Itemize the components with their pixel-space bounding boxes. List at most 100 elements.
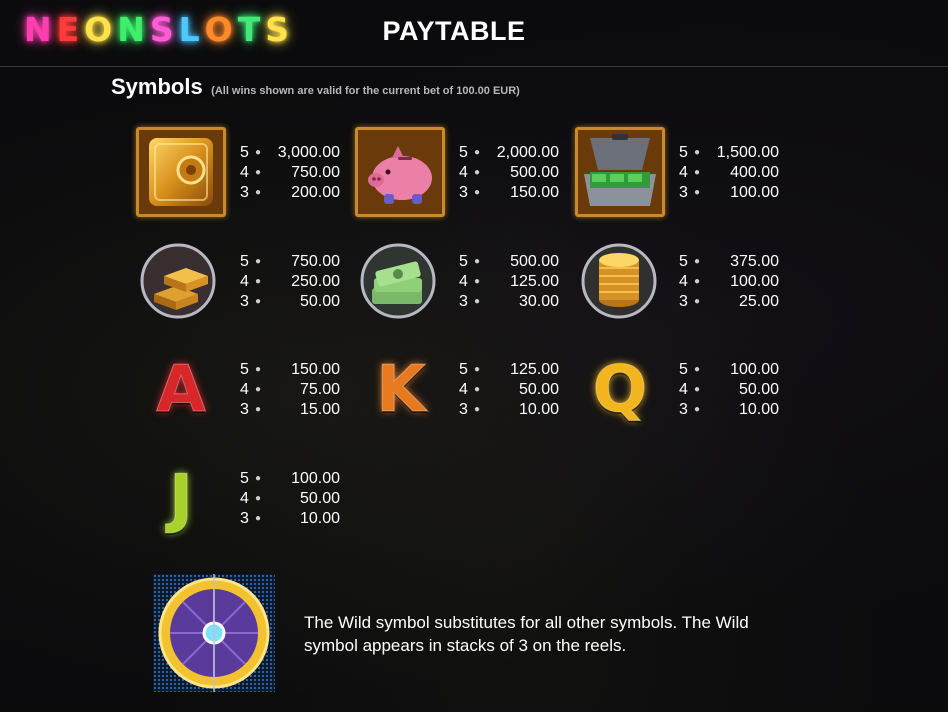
pay-value: 750.00: [291, 253, 340, 270]
piggy-bank-icon: [355, 127, 445, 217]
pay-row: 4 ● 750.00: [240, 163, 340, 183]
paylist-gold-bars: 5 ● 750.00 4 ● 250.00 3 ● 50.00: [240, 252, 340, 312]
letter-a-glyph: A: [156, 353, 207, 428]
pay-count: 3: [240, 510, 249, 527]
pay-count: 5: [459, 144, 468, 161]
money-case-icon: [575, 127, 665, 217]
logo-letter: N: [24, 10, 57, 49]
pay-row: 5 ● 125.00: [459, 360, 559, 380]
pay-count: 4: [240, 273, 249, 290]
bullet-icon: ●: [254, 364, 262, 375]
letter-j-icon: J: [136, 454, 226, 544]
pay-count: 5: [459, 253, 468, 270]
pay-count: 3: [240, 184, 249, 201]
pay-value: 100.00: [730, 361, 779, 378]
pay-row: 3 ● 200.00: [240, 183, 340, 203]
pay-row: 5 ● 375.00: [679, 252, 779, 272]
letter-q-glyph: Q: [592, 353, 648, 428]
pay-count: 5: [679, 144, 688, 161]
bullet-icon: ●: [693, 404, 701, 415]
pay-value: 50.00: [518, 381, 559, 398]
pay-value: 100.00: [291, 470, 340, 487]
pay-count: 3: [240, 401, 249, 418]
logo-letter: O: [84, 10, 118, 49]
bullet-icon: ●: [473, 404, 481, 415]
pay-value: 150.00: [291, 361, 340, 378]
pay-value: 25.00: [738, 293, 779, 310]
pay-value: 100.00: [730, 273, 779, 290]
pay-value: 375.00: [730, 253, 779, 270]
pay-count: 3: [240, 293, 249, 310]
pay-row: 5 ● 150.00: [240, 360, 340, 380]
pay-value: 750.00: [291, 164, 340, 181]
logo-letter: S: [265, 10, 295, 49]
bullet-icon: ●: [693, 296, 701, 307]
bullet-icon: ●: [254, 404, 262, 415]
logo-letter: L: [178, 10, 205, 49]
neonslots-logo: NEONSLOTS: [24, 10, 294, 49]
pay-value: 150.00: [510, 184, 559, 201]
pay-row: 3 ● 10.00: [679, 400, 779, 420]
bullet-icon: ●: [693, 364, 701, 375]
bullet-icon: ●: [473, 147, 481, 158]
letter-k-glyph: K: [376, 353, 427, 428]
pay-value: 30.00: [518, 293, 559, 310]
letter-j-glyph: J: [169, 462, 194, 537]
pay-row: 5 ● 100.00: [679, 360, 779, 380]
pay-row: 4 ● 500.00: [459, 163, 559, 183]
pay-value: 125.00: [510, 361, 559, 378]
logo-letter: O: [204, 10, 238, 49]
wild-wheel-icon: [153, 574, 275, 692]
pay-value: 75.00: [299, 381, 340, 398]
pay-count: 4: [459, 381, 468, 398]
pay-count: 4: [679, 273, 688, 290]
pay-count: 5: [459, 361, 468, 378]
bullet-icon: ●: [254, 473, 262, 484]
pay-count: 4: [240, 164, 249, 181]
pay-value: 2,000.00: [496, 144, 559, 161]
pay-count: 4: [459, 273, 468, 290]
pay-row: 5 ● 2,000.00: [459, 143, 559, 163]
bullet-icon: ●: [473, 296, 481, 307]
pay-row: 3 ● 15.00: [240, 400, 340, 420]
pay-value: 10.00: [518, 401, 559, 418]
bullet-icon: ●: [254, 493, 262, 504]
pay-count: 4: [459, 164, 468, 181]
bullet-icon: ●: [254, 187, 262, 198]
pay-value: 500.00: [510, 253, 559, 270]
symbols-section-title: Symbols (All wins shown are valid for th…: [111, 74, 520, 100]
pay-row: 3 ● 10.00: [459, 400, 559, 420]
bullet-icon: ●: [693, 384, 701, 395]
pay-row: 3 ● 150.00: [459, 183, 559, 203]
paylist-safe: 5 ● 3,000.00 4 ● 750.00 3 ● 200.00: [240, 143, 340, 203]
pay-value: 3,000.00: [277, 144, 340, 161]
safe-icon: [136, 127, 226, 217]
pay-row: 4 ● 75.00: [240, 380, 340, 400]
pay-row: 4 ● 125.00: [459, 272, 559, 292]
pay-row: 4 ● 50.00: [679, 380, 779, 400]
pay-row: 3 ● 10.00: [240, 509, 340, 529]
bullet-icon: ●: [254, 276, 262, 287]
bullet-icon: ●: [693, 147, 701, 158]
pay-count: 3: [459, 401, 468, 418]
pay-row: 3 ● 30.00: [459, 292, 559, 312]
pay-value: 10.00: [738, 401, 779, 418]
bullet-icon: ●: [254, 513, 262, 524]
pay-value: 400.00: [730, 164, 779, 181]
pay-row: 5 ● 1,500.00: [679, 143, 779, 163]
bullet-icon: ●: [254, 147, 262, 158]
pay-count: 3: [679, 293, 688, 310]
pay-count: 5: [240, 144, 249, 161]
pay-row: 3 ● 50.00: [240, 292, 340, 312]
pay-count: 4: [679, 164, 688, 181]
bet-note: (All wins shown are valid for the curren…: [211, 85, 520, 97]
bullet-icon: ●: [254, 256, 262, 267]
pay-row: 4 ● 50.00: [240, 489, 340, 509]
bullet-icon: ●: [254, 296, 262, 307]
pay-count: 3: [679, 401, 688, 418]
pay-value: 500.00: [510, 164, 559, 181]
letter-q-icon: Q: [575, 345, 665, 435]
pay-count: 3: [679, 184, 688, 201]
pay-count: 5: [679, 253, 688, 270]
logo-letter: E: [56, 10, 85, 49]
